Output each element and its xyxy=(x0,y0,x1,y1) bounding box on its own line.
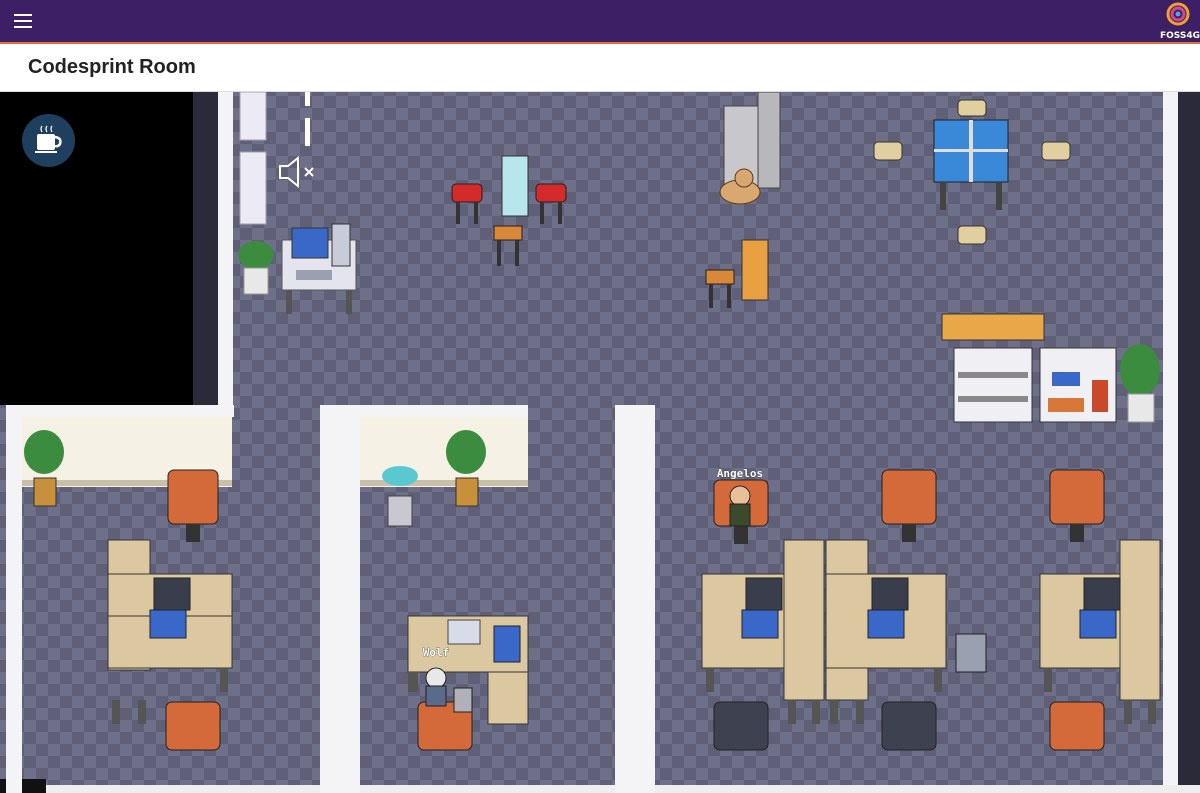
partition-wall-top-left xyxy=(6,405,234,417)
wall-vertical-left xyxy=(218,92,233,405)
filing-cabinet xyxy=(955,633,987,673)
office-chair-bottom-grey-2[interactable] xyxy=(881,701,937,751)
player-avatar-wolf[interactable] xyxy=(425,667,447,707)
logo-text: FOSS4G xyxy=(1160,31,1200,41)
stool-bottom[interactable] xyxy=(957,225,987,245)
room-title-bar: Codesprint Room xyxy=(0,44,1200,92)
coffee-button[interactable] xyxy=(22,114,75,167)
cat-npc[interactable] xyxy=(453,687,473,713)
wall-right xyxy=(1163,92,1178,793)
stool-right[interactable] xyxy=(1041,141,1071,161)
partition-wall-top-middle xyxy=(320,405,528,417)
wall-shadow xyxy=(193,92,218,405)
foss4g-logo-icon xyxy=(1166,2,1190,26)
wooden-bench[interactable] xyxy=(741,239,769,301)
long-wooden-table[interactable] xyxy=(941,313,1045,341)
stool-top[interactable] xyxy=(957,99,987,117)
dash-line-1 xyxy=(305,92,310,106)
player-name-wolf: Wolf xyxy=(423,646,450,659)
top-app-bar: FOSS4G xyxy=(0,0,1200,42)
wall-vertical-middle xyxy=(320,405,360,793)
office-chair-bottom-1[interactable] xyxy=(165,701,221,751)
bookshelf-right xyxy=(1039,347,1117,423)
bottom-strip xyxy=(0,785,1200,793)
stool-left[interactable] xyxy=(873,141,903,161)
panel-2 xyxy=(239,151,267,225)
page-title: Codesprint Room xyxy=(28,56,196,78)
player-avatar-angelos[interactable] xyxy=(729,485,751,527)
wall-vertical-far-left xyxy=(6,405,22,793)
dash-line-2 xyxy=(305,118,310,146)
player-name-angelos: Angelos xyxy=(717,467,763,480)
panel-1 xyxy=(239,92,267,141)
wall-vertical-right xyxy=(615,405,655,793)
outside-right xyxy=(1178,92,1200,793)
hamburger-menu-icon[interactable] xyxy=(14,14,32,28)
bookshelf-left xyxy=(953,347,1033,423)
coffee-cup-icon xyxy=(35,125,62,153)
office-chair-bottom-4[interactable] xyxy=(1049,701,1105,751)
game-canvas[interactable]: Angelos Wolf xyxy=(0,92,1200,793)
foss4g-logo: FOSS4G xyxy=(1160,2,1200,41)
office-chair-bottom-grey-1[interactable] xyxy=(713,701,769,751)
grey-cabinet-2 xyxy=(757,92,781,189)
mirror xyxy=(501,155,529,217)
